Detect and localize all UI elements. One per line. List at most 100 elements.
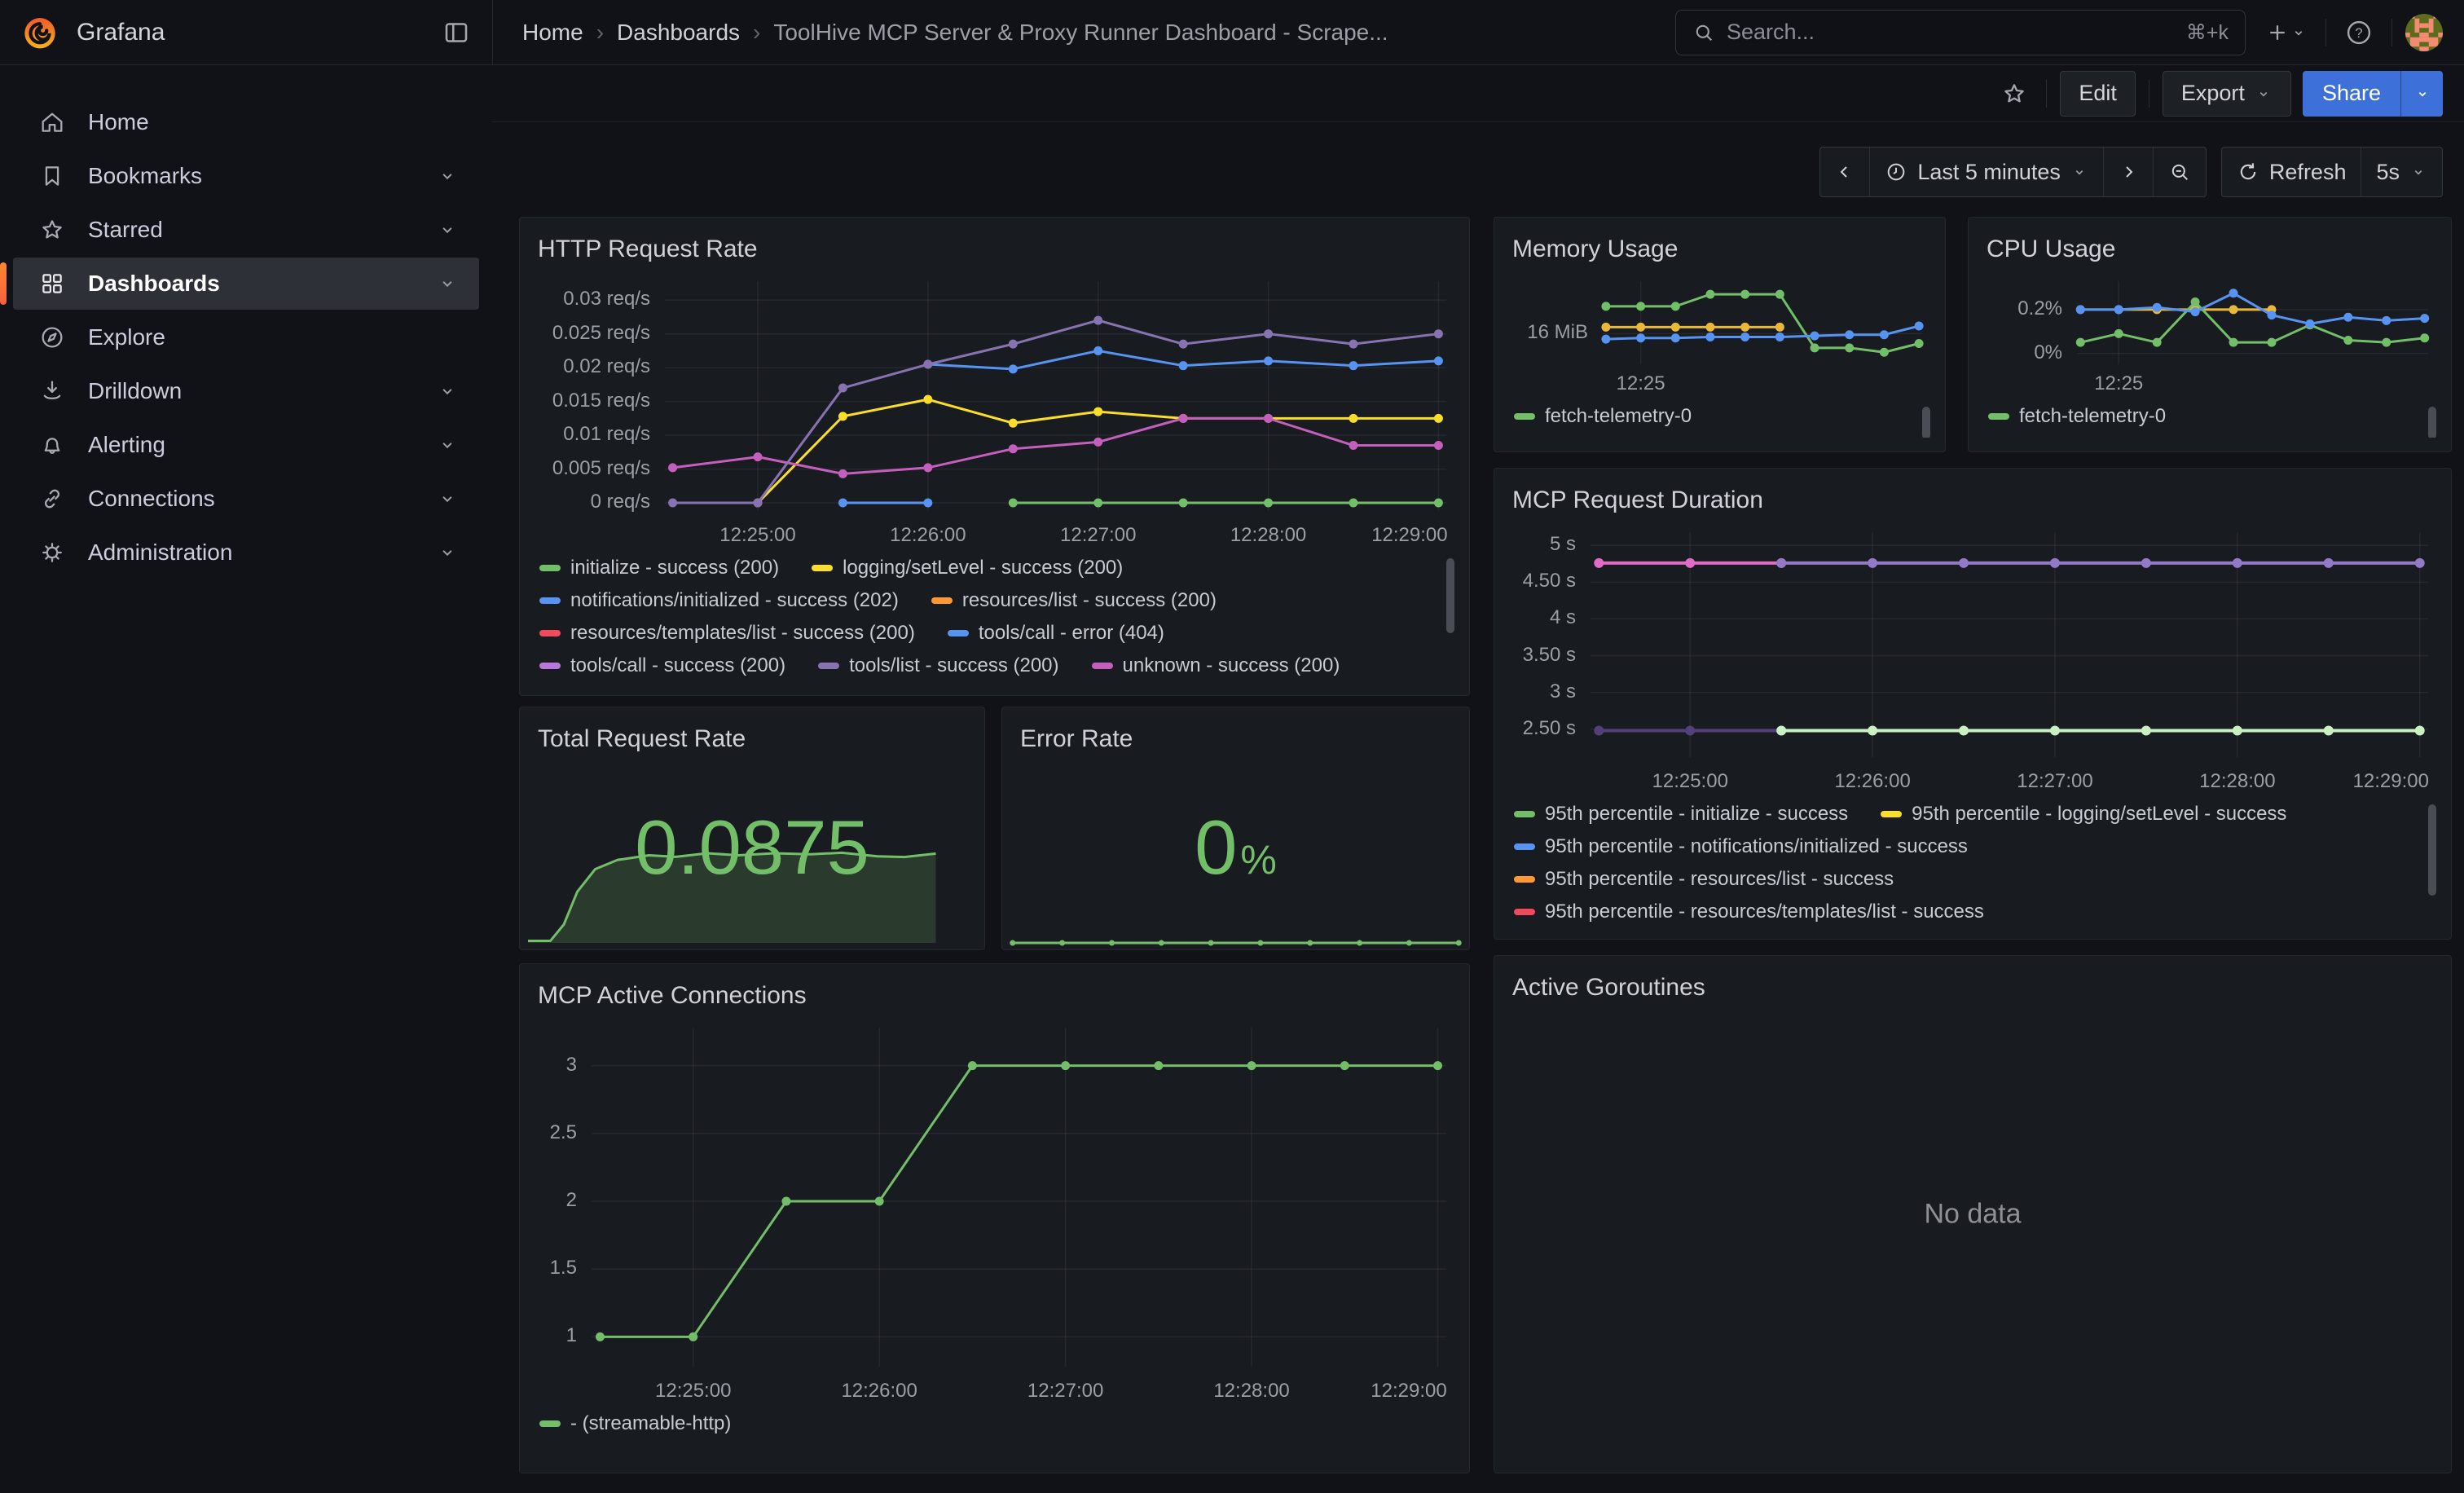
chevron-down-icon[interactable] <box>437 273 458 294</box>
sidebar-item-home[interactable]: Home <box>0 96 479 148</box>
sidebar-collapse-icon[interactable] <box>437 13 476 52</box>
panel-title[interactable]: Active Goroutines <box>1509 969 2436 1013</box>
y-axis-label: 0.025 req/s <box>535 322 650 345</box>
cpu-usage-chart[interactable]: 0.2%0%12:25 <box>1983 275 2436 397</box>
panel-active-goroutines: Active Goroutines No data <box>1494 955 2452 1473</box>
sidebar-item-label: Alerting <box>88 432 437 458</box>
legend-swatch <box>818 663 839 669</box>
panel-memory-usage: Memory Usage 16 MiB12:25 fetch-telemetry… <box>1494 217 1946 452</box>
legend-scrollbar[interactable] <box>2428 804 2436 896</box>
sidebar-item-label: Starred <box>88 217 437 243</box>
top-bar-right: Home›Dashboards›ToolHive MCP Server & Pr… <box>492 0 2464 64</box>
refresh-icon <box>2237 161 2259 183</box>
mcp-active-connections-chart[interactable]: 11.522.5312:25:0012:26:0012:27:0012:28:0… <box>535 1021 1454 1404</box>
chevron-down-icon[interactable] <box>437 542 458 563</box>
user-avatar[interactable] <box>2405 14 2443 51</box>
breadcrumb-item[interactable]: Home <box>522 20 583 46</box>
legend-item[interactable]: 95th percentile - logging/setLevel - suc… <box>1881 803 2286 826</box>
panel-title[interactable]: CPU Usage <box>1983 231 2436 275</box>
main-content: Edit Export Share <box>492 65 2464 1493</box>
legend-swatch <box>1988 413 2009 420</box>
legend-item[interactable]: tools/call - success (200) <box>539 654 785 677</box>
sidebar-item-dashboards[interactable]: Dashboards <box>13 258 479 310</box>
search-input[interactable]: Search... ⌘+k <box>1675 10 2246 55</box>
legend-item[interactable]: fetch-telemetry-0 <box>1514 405 1692 428</box>
legend-item[interactable]: initialize - success (200) <box>539 557 779 579</box>
y-axis-label: 2.50 s <box>1509 717 1576 740</box>
panel-cpu-usage: CPU Usage 0.2%0%12:25 fetch-telemetry-0 <box>1968 217 2452 452</box>
panel-title[interactable]: Memory Usage <box>1509 231 1930 275</box>
legend-swatch <box>948 630 969 636</box>
chevron-down-icon[interactable] <box>437 434 458 456</box>
legend-item[interactable]: fetch-telemetry-0 <box>1988 405 2166 428</box>
sidebar-item-starred[interactable]: Starred <box>0 204 479 256</box>
chevron-down-icon[interactable] <box>437 219 458 240</box>
refresh-button[interactable]: Refresh <box>2222 148 2361 196</box>
grafana-logo[interactable] <box>21 14 59 51</box>
legend-item[interactable]: tools/list - success (200) <box>818 654 1058 677</box>
memory-usage-chart[interactable]: 16 MiB12:25 <box>1509 275 1930 397</box>
sidebar-item-explore[interactable]: Explore <box>0 311 479 363</box>
legend-item[interactable]: resources/list - success (200) <box>931 589 1217 612</box>
edit-button[interactable]: Edit <box>2060 71 2136 117</box>
x-axis-label: 12:28:00 <box>1213 1380 1289 1403</box>
mcp-request-duration-chart[interactable]: 5 s4.50 s4 s3.50 s3 s2.50 s12:25:0012:26… <box>1509 526 2436 795</box>
chevron-down-icon[interactable] <box>437 488 458 509</box>
legend-item[interactable]: 95th percentile - resources/list - succe… <box>1514 868 1894 891</box>
sidebar-item-connections[interactable]: Connections <box>0 473 479 525</box>
x-axis-label: 12:27:00 <box>1060 524 1136 547</box>
http-request-rate-chart[interactable]: 0 req/s0.005 req/s0.01 req/s0.015 req/s0… <box>535 275 1454 548</box>
x-axis-label: 12:25:00 <box>719 524 795 547</box>
legend-item[interactable]: 95th percentile - notifications/initiali… <box>1514 835 1968 858</box>
legend-item[interactable]: resources/templates/list - success (200) <box>539 622 915 645</box>
export-button[interactable]: Export <box>2163 71 2291 117</box>
y-axis-label: 0.015 req/s <box>535 390 650 412</box>
add-button[interactable] <box>2260 15 2312 50</box>
panel-title[interactable]: HTTP Request Rate <box>535 231 1454 275</box>
favorite-star-button[interactable] <box>1995 75 2033 112</box>
y-axis-label: 4.50 s <box>1509 570 1576 592</box>
legend-swatch <box>1881 811 1902 817</box>
sidebar-nav: HomeBookmarks Starred DashboardsExploreDri… <box>0 65 492 1493</box>
panel-title[interactable]: MCP Active Connections <box>535 977 1454 1021</box>
sidebar-item-alerting[interactable]: Alerting <box>0 419 479 471</box>
chevron-down-icon[interactable] <box>437 165 458 187</box>
legend-item[interactable]: tools/call - error (404) <box>948 622 1164 645</box>
time-range-picker[interactable]: Last 5 minutes <box>1869 148 2103 196</box>
refresh-interval-dropdown[interactable]: 5s <box>2361 148 2442 196</box>
time-shift-back-button[interactable] <box>1820 148 1869 196</box>
time-shift-forward-button[interactable] <box>2103 148 2153 196</box>
zoom-out-button[interactable] <box>2153 148 2206 196</box>
legend-scrollbar[interactable] <box>1922 407 1930 438</box>
stat-value: 0.0875 <box>635 804 869 892</box>
legend-item[interactable]: 95th percentile - resources/templates/li… <box>1514 901 1984 923</box>
y-axis-label: 2.5 <box>535 1121 577 1144</box>
legend-swatch <box>539 597 561 604</box>
breadcrumb-item[interactable]: Dashboards <box>617 20 740 46</box>
panel-title[interactable]: Error Rate <box>1017 720 1454 764</box>
legend-scrollbar[interactable] <box>1446 558 1454 633</box>
legend-item[interactable]: unknown - success (200) <box>1092 654 1340 677</box>
sidebar-item-bookmarks[interactable]: Bookmarks <box>0 150 479 202</box>
sidebar-item-drilldown[interactable]: Drilldown <box>0 365 479 417</box>
sidebar-item-administration[interactable]: Administration <box>0 526 479 579</box>
help-button[interactable]: ? <box>2339 13 2378 52</box>
legend-label: tools/list - success (200) <box>849 654 1058 677</box>
legend-label: logging/setLevel - success (200) <box>843 557 1123 579</box>
panel-http-request-rate: HTTP Request Rate 0 req/s0.005 req/s0.01… <box>519 217 1470 696</box>
legend-label: 95th percentile - resources/templates/li… <box>1545 901 1984 923</box>
x-axis-label: 12:29:00 <box>1371 524 1447 547</box>
panel-mcp-request-duration: MCP Request Duration 5 s4.50 s4 s3.50 s3… <box>1494 468 2452 940</box>
legend-swatch <box>1514 811 1535 817</box>
legend-scrollbar[interactable] <box>2428 407 2436 438</box>
share-button[interactable]: Share <box>2303 71 2400 117</box>
panel-title[interactable]: MCP Request Duration <box>1509 482 2436 526</box>
legend-item[interactable]: notifications/initialized - success (202… <box>539 589 899 612</box>
legend-item[interactable]: logging/setLevel - success (200) <box>812 557 1123 579</box>
panel-title[interactable]: Total Request Rate <box>535 720 970 764</box>
legend-item[interactable]: 95th percentile - initialize - success <box>1514 803 1848 826</box>
share-dropdown-button[interactable] <box>2400 71 2443 117</box>
legend-item[interactable]: - (streamable-http) <box>539 1412 731 1435</box>
chevron-down-icon[interactable] <box>437 381 458 402</box>
y-axis-label: 1 <box>535 1324 577 1347</box>
